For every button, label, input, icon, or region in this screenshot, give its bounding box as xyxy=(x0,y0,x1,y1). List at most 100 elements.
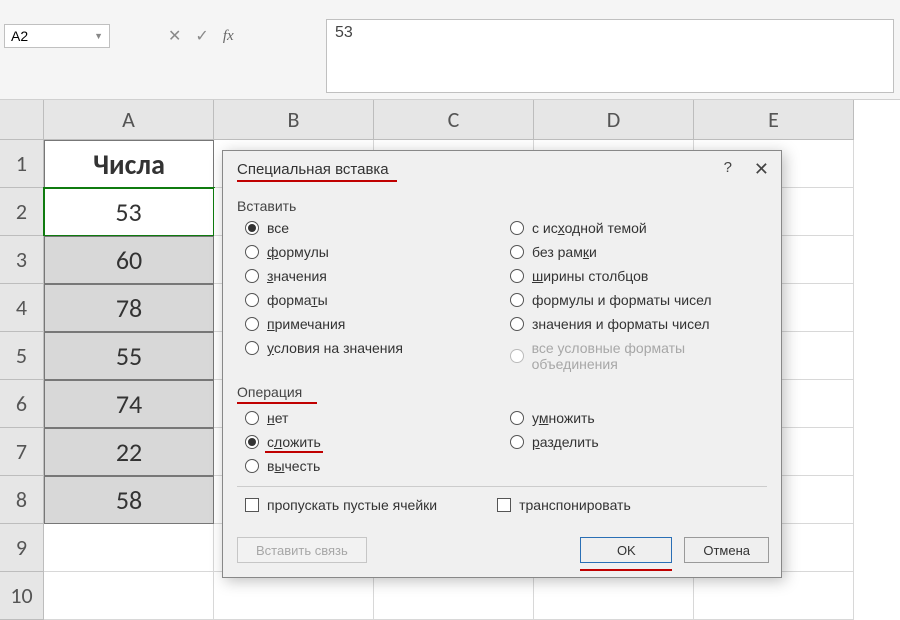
radio-label: формулы xyxy=(267,244,329,260)
highlight-line xyxy=(237,180,397,182)
ok-button[interactable]: OK xyxy=(580,537,672,563)
radio-label: умножить xyxy=(532,410,595,426)
operation-option[interactable]: сложить xyxy=(245,434,502,450)
row-header[interactable]: 1 xyxy=(0,140,44,188)
radio-icon xyxy=(245,459,259,473)
formula-bar-region: A2 ▼ ✕ ✓ fx 53 xyxy=(0,0,900,100)
row-header[interactable]: 4 xyxy=(0,284,44,332)
radio-icon xyxy=(245,435,259,449)
operation-option[interactable]: нет xyxy=(245,410,502,426)
cell[interactable]: 60 xyxy=(44,236,214,284)
radio-label: значения и форматы чисел xyxy=(532,316,710,332)
cell[interactable]: Числа xyxy=(44,140,214,188)
close-icon[interactable]: ✕ xyxy=(754,159,769,180)
radio-icon xyxy=(245,221,259,235)
radio-label: значения xyxy=(267,268,327,284)
cell-reference: A2 xyxy=(11,28,28,44)
row-header[interactable]: 10 xyxy=(0,572,44,620)
row-header[interactable]: 5 xyxy=(0,332,44,380)
radio-icon xyxy=(510,245,524,259)
cell[interactable] xyxy=(374,572,534,620)
highlight-line xyxy=(580,569,672,571)
radio-icon xyxy=(245,293,259,307)
cancel-button[interactable]: Отмена xyxy=(684,537,769,563)
cell[interactable]: 53 xyxy=(44,188,214,236)
formula-input[interactable]: 53 xyxy=(326,19,894,93)
paste-option[interactable]: формулы и форматы чисел xyxy=(510,292,767,308)
radio-icon xyxy=(245,269,259,283)
radio-label: нет xyxy=(267,410,288,426)
paste-option[interactable]: ширины столбцов xyxy=(510,268,767,284)
column-header-B[interactable]: B xyxy=(214,100,374,140)
cell[interactable] xyxy=(44,572,214,620)
column-header-A[interactable]: A xyxy=(44,100,214,140)
fx-icon[interactable]: fx xyxy=(223,28,234,45)
radio-icon xyxy=(510,317,524,331)
radio-label: все условные форматы объединения xyxy=(532,340,767,372)
radio-label: ширины столбцов xyxy=(532,268,648,284)
paste-special-dialog: Специальная вставка ? ✕ Вставить все форм… xyxy=(222,150,782,578)
help-icon[interactable]: ? xyxy=(724,159,732,180)
radio-label: без рамки xyxy=(532,244,597,260)
radio-icon xyxy=(510,293,524,307)
paste-link-button: Вставить связь xyxy=(237,537,367,563)
transpose-checkbox[interactable]: транспонировать xyxy=(497,497,631,513)
operation-option[interactable]: вычесть xyxy=(245,458,502,474)
select-all-corner[interactable] xyxy=(0,100,44,140)
radio-icon xyxy=(510,411,524,425)
radio-icon xyxy=(510,221,524,235)
skip-blanks-checkbox[interactable]: пропускать пустые ячейки xyxy=(245,497,437,513)
cell[interactable] xyxy=(534,572,694,620)
column-header-C[interactable]: C xyxy=(374,100,534,140)
row-header[interactable]: 9 xyxy=(0,524,44,572)
cell[interactable] xyxy=(44,524,214,572)
paste-option[interactable]: с исходной темой xyxy=(510,220,767,236)
radio-icon xyxy=(510,269,524,283)
paste-option[interactable]: форматы xyxy=(245,292,502,308)
radio-label: сложить xyxy=(267,434,321,450)
paste-option[interactable]: формулы xyxy=(245,244,502,260)
cell[interactable]: 55 xyxy=(44,332,214,380)
row-header[interactable]: 3 xyxy=(0,236,44,284)
enter-icon[interactable]: ✓ xyxy=(195,26,208,46)
paste-option[interactable]: примечания xyxy=(245,316,502,332)
radio-label: примечания xyxy=(267,316,345,332)
paste-option[interactable]: все xyxy=(245,220,502,236)
dialog-title: Специальная вставка xyxy=(237,161,389,178)
paste-option[interactable]: значения и форматы чисел xyxy=(510,316,767,332)
name-box-dropdown-icon[interactable]: ▼ xyxy=(94,31,103,41)
cell[interactable] xyxy=(214,572,374,620)
radio-label: форматы xyxy=(267,292,328,308)
highlight-line xyxy=(265,451,323,453)
paste-option[interactable]: условия на значения xyxy=(245,340,502,356)
row-header[interactable]: 2 xyxy=(0,188,44,236)
name-box[interactable]: A2 ▼ xyxy=(4,24,110,48)
radio-icon xyxy=(510,349,524,363)
column-header-D[interactable]: D xyxy=(534,100,694,140)
row-header[interactable]: 7 xyxy=(0,428,44,476)
row-header[interactable]: 6 xyxy=(0,380,44,428)
cell[interactable]: 78 xyxy=(44,284,214,332)
paste-option[interactable]: значения xyxy=(245,268,502,284)
radio-label: формулы и форматы чисел xyxy=(532,292,712,308)
cell[interactable] xyxy=(694,572,854,620)
row-header[interactable]: 8 xyxy=(0,476,44,524)
column-headers: A B C D E xyxy=(0,100,900,140)
radio-label: условия на значения xyxy=(267,340,403,356)
row: 10 xyxy=(0,572,900,620)
cell[interactable]: 22 xyxy=(44,428,214,476)
cell[interactable]: 58 xyxy=(44,476,214,524)
operation-option[interactable]: умножить xyxy=(510,410,767,426)
radio-label: разделить xyxy=(532,434,599,450)
radio-label: с исходной темой xyxy=(532,220,647,236)
radio-label: все xyxy=(267,220,289,236)
operation-option[interactable]: разделить xyxy=(510,434,767,450)
radio-icon xyxy=(245,411,259,425)
formula-bar-buttons: ✕ ✓ fx xyxy=(168,26,234,46)
radio-icon xyxy=(245,317,259,331)
column-header-E[interactable]: E xyxy=(694,100,854,140)
cancel-icon[interactable]: ✕ xyxy=(168,26,181,46)
cell[interactable]: 74 xyxy=(44,380,214,428)
paste-option[interactable]: без рамки xyxy=(510,244,767,260)
paste-section-label: Вставить xyxy=(237,198,767,214)
